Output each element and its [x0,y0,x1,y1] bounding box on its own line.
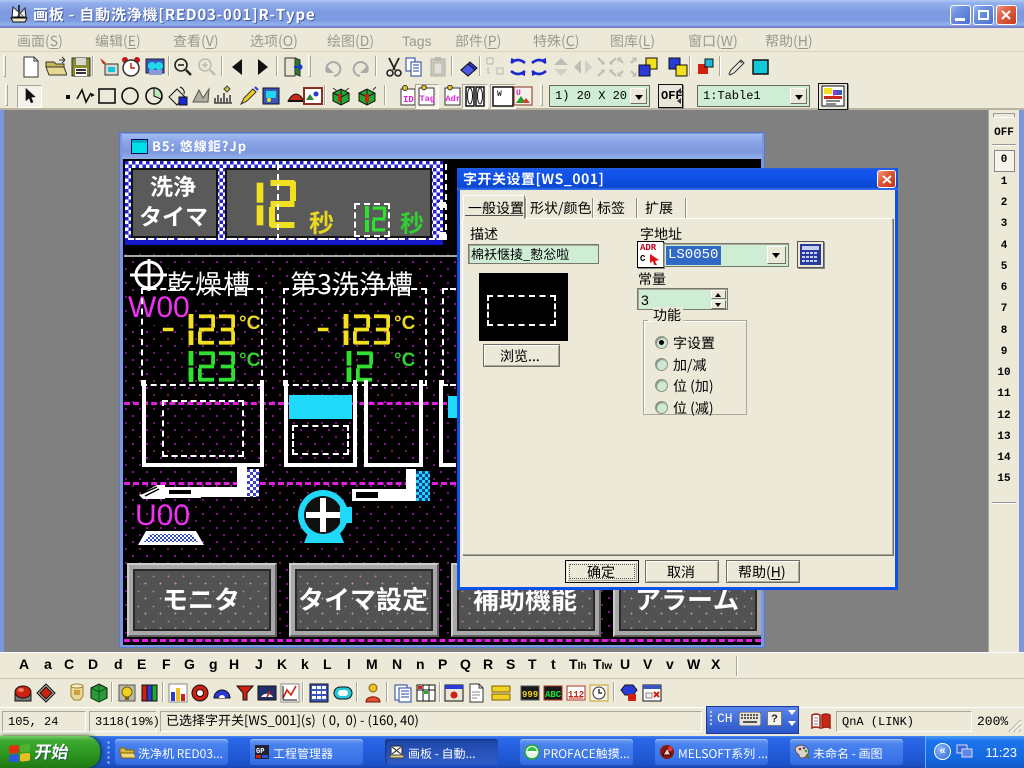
svg-text:ID: ID [403,95,414,105]
svg-text:999: 999 [522,690,538,700]
svg-text:U: U [516,89,521,98]
svg-text:Tag: Tag [420,94,435,104]
svg-text:W: W [497,90,502,99]
svg-text:ABC: ABC [545,690,562,700]
svg-text:GP: GP [256,748,264,756]
svg-text:P: P [833,91,837,99]
svg-text:Adr: Adr [446,94,461,104]
